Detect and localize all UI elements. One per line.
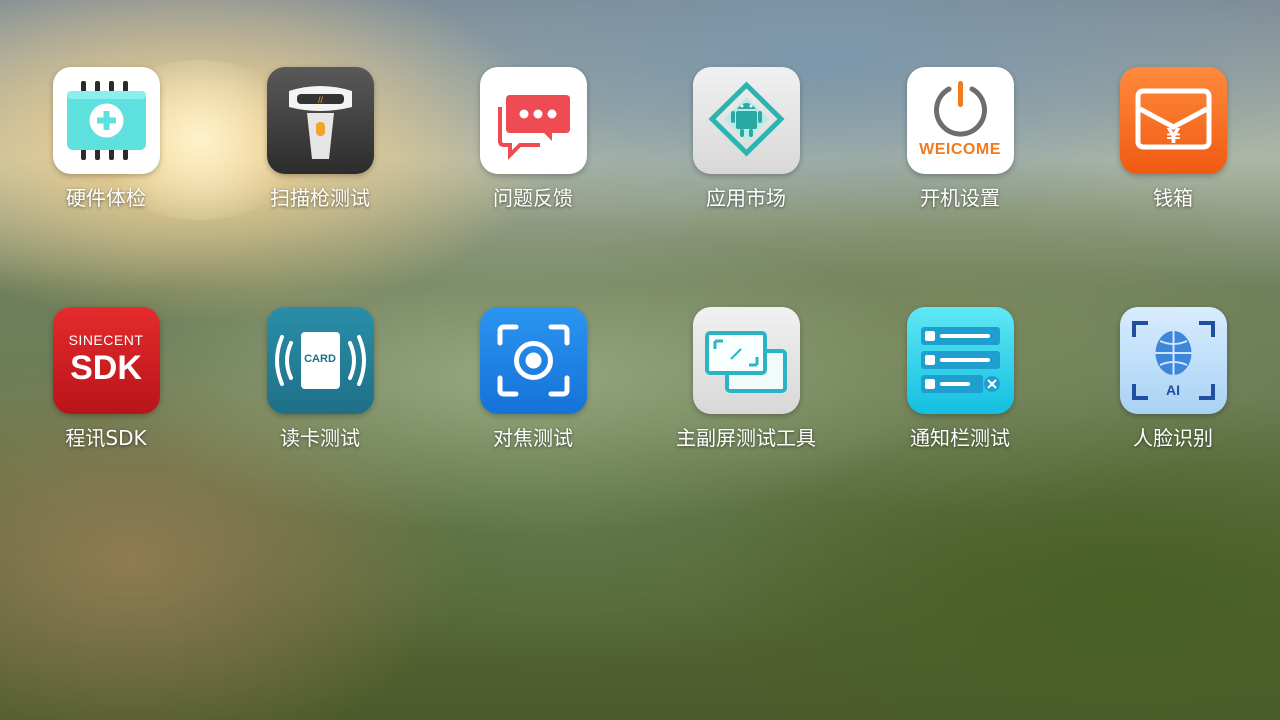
focus-icon [479, 307, 587, 414]
app-hardware-check[interactable]: 硬件体检 [16, 67, 196, 247]
app-label: 应用市场 [706, 186, 786, 210]
ai-text: AI [1166, 382, 1180, 398]
card-reader-icon: CARD [266, 307, 374, 414]
dual-screen-icon [692, 307, 800, 414]
app-cash-drawer[interactable]: ¥ 钱箱 [1083, 67, 1263, 247]
app-card-reader-test[interactable]: CARD 读卡测试 [230, 307, 410, 487]
app-label: 钱箱 [1153, 186, 1193, 210]
sdk-big-text: SDK [70, 349, 142, 387]
launcher-screen: 硬件体检 // 扫描枪测试 问题反馈 应用市场 WEICOME 开机设置 ¥ 钱… [0, 0, 1280, 720]
app-focus-test[interactable]: 对焦测试 [443, 307, 623, 487]
card-text: CARD [304, 353, 336, 365]
face-recognition-icon: AI [1119, 307, 1227, 414]
app-feedback[interactable]: 问题反馈 [443, 67, 623, 247]
app-label: 对焦测试 [493, 426, 573, 450]
app-grid: 硬件体检 // 扫描枪测试 问题反馈 应用市场 WEICOME 开机设置 ¥ 钱… [0, 0, 1280, 720]
app-label: 问题反馈 [493, 186, 573, 210]
notification-list-icon [906, 307, 1014, 414]
app-scanner-test[interactable]: // 扫描枪测试 [230, 67, 410, 247]
app-label: 程讯SDK [65, 426, 147, 450]
hardware-check-icon [52, 67, 160, 174]
sdk-brand-text: SINECENT [68, 332, 144, 348]
android-icon [692, 67, 800, 174]
app-dual-screen-tool[interactable]: 主副屏测试工具 [656, 307, 836, 487]
cash-drawer-icon: ¥ [1119, 67, 1227, 174]
app-label: 开机设置 [920, 186, 1000, 210]
app-label: 主副屏测试工具 [676, 426, 816, 450]
app-notification-test[interactable]: 通知栏测试 [870, 307, 1050, 487]
weicome-text: WEICOME [919, 141, 1001, 158]
svg-text:¥: ¥ [1166, 124, 1180, 148]
app-boot-settings[interactable]: WEICOME 开机设置 [870, 67, 1050, 247]
chat-bubble-icon [479, 67, 587, 174]
app-label: 扫描枪测试 [270, 186, 370, 210]
app-label: 读卡测试 [280, 426, 360, 450]
app-market[interactable]: 应用市场 [656, 67, 836, 247]
app-sdk[interactable]: SINECENT SDK 程讯SDK [16, 307, 196, 487]
app-label: 通知栏测试 [910, 426, 1010, 450]
svg-text://: // [317, 95, 323, 105]
app-face-recognition[interactable]: AI 人脸识别 [1083, 307, 1263, 487]
power-icon: WEICOME [906, 67, 1014, 174]
app-label: 人脸识别 [1133, 426, 1213, 450]
app-label: 硬件体检 [66, 186, 146, 210]
sdk-icon: SINECENT SDK [52, 307, 160, 414]
barcode-scanner-icon: // [266, 67, 374, 174]
